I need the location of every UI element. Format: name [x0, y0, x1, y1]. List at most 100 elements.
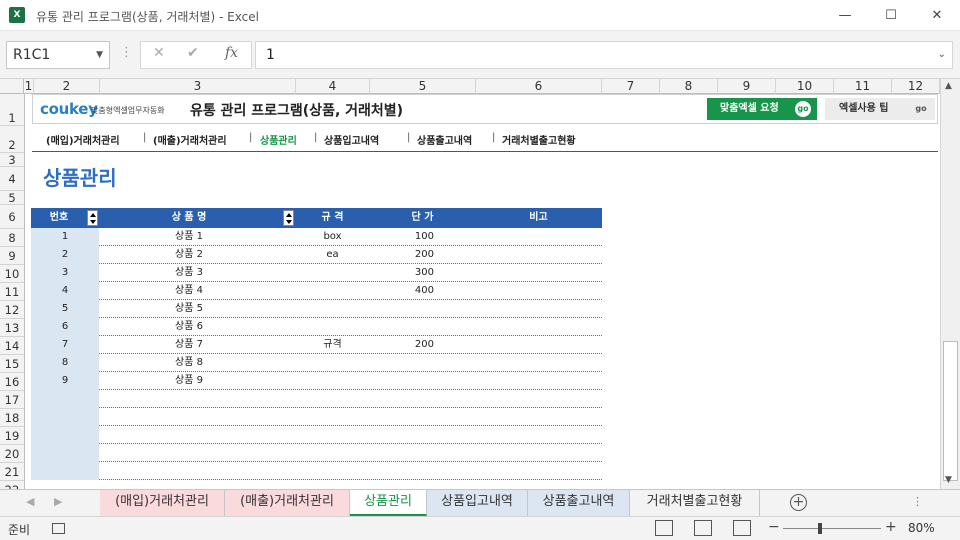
cell-price[interactable]: 400 [370, 282, 434, 300]
header-product-name[interactable]: 상 품 명 [99, 208, 279, 228]
zoom-slider[interactable] [783, 528, 881, 529]
row-header[interactable]: 6 [0, 205, 24, 229]
cell-price[interactable] [370, 444, 434, 462]
cell-number[interactable]: 8 [31, 354, 99, 372]
cell-spec[interactable] [295, 300, 370, 318]
cell-spec[interactable] [295, 318, 370, 336]
cell-number[interactable]: 2 [31, 246, 99, 264]
row-header[interactable]: 5 [0, 191, 24, 205]
cell-spec[interactable] [295, 444, 370, 462]
minimize-button[interactable]: — [822, 0, 868, 31]
row-header[interactable]: 19 [0, 427, 24, 445]
cell-number[interactable] [31, 390, 99, 408]
cell-product-name[interactable] [99, 462, 279, 480]
cell-spec[interactable] [295, 390, 370, 408]
sheet-tab[interactable]: 상품입고내역 [427, 490, 528, 516]
cell-price[interactable]: 200 [370, 246, 434, 264]
normal-view-icon[interactable] [655, 520, 673, 536]
formula-input[interactable]: 1 ⌄ [255, 41, 953, 69]
cell-spec[interactable] [295, 408, 370, 426]
name-box[interactable]: R1C1 ▼ [6, 41, 110, 69]
filter-sort-icon[interactable] [87, 210, 98, 226]
insert-function-icon[interactable]: fx [225, 45, 238, 61]
row-header[interactable]: 3 [0, 153, 24, 167]
column-header[interactable]: 2 [34, 79, 100, 94]
cell-product-name[interactable]: 상품 1 [99, 228, 279, 246]
cell-note[interactable] [475, 228, 602, 246]
cell-number[interactable] [31, 444, 99, 462]
excel-tips-button[interactable]: 엑셀사용 팁 go [825, 98, 935, 120]
row-header[interactable]: 4 [0, 167, 24, 191]
expand-formula-icon[interactable]: ⌄ [938, 42, 946, 68]
cell-spec[interactable]: ea [295, 246, 370, 264]
cell-spec[interactable] [295, 282, 370, 300]
page-layout-view-icon[interactable] [694, 520, 712, 536]
cell-product-name[interactable]: 상품 2 [99, 246, 279, 264]
header-number[interactable]: 번호 [31, 208, 87, 228]
sheet-tab[interactable]: 거래처별출고현황 [630, 490, 760, 516]
row-header[interactable]: 22 [0, 481, 24, 489]
menu-link[interactable]: 거래처별출고현황 [502, 132, 576, 147]
vertical-scrollbar[interactable]: ▲ ▼ [940, 79, 960, 489]
zoom-level[interactable]: 80% [908, 521, 935, 535]
row-header[interactable]: 18 [0, 409, 24, 427]
row-header[interactable]: 12 [0, 301, 24, 319]
cell-number[interactable]: 6 [31, 318, 99, 336]
close-button[interactable]: ✕ [914, 0, 960, 31]
cell-note[interactable] [475, 264, 602, 282]
cell-product-name[interactable]: 상품 7 [99, 336, 279, 354]
cell-note[interactable] [475, 426, 602, 444]
cell-price[interactable] [370, 408, 434, 426]
column-header[interactable]: 4 [296, 79, 370, 94]
column-header[interactable]: 5 [370, 79, 476, 94]
column-header[interactable]: 11 [834, 79, 892, 94]
cell-price[interactable] [370, 318, 434, 336]
zoom-slider-knob[interactable] [818, 523, 822, 534]
cell-price[interactable] [370, 300, 434, 318]
cell-number[interactable]: 7 [31, 336, 99, 354]
cell-product-name[interactable] [99, 426, 279, 444]
sheet-tab[interactable]: (매출)거래처관리 [225, 490, 350, 516]
cell-product-name[interactable]: 상품 3 [99, 264, 279, 282]
add-sheet-icon[interactable]: + [790, 494, 807, 511]
cell-number[interactable] [31, 462, 99, 480]
row-header[interactable]: 13 [0, 319, 24, 337]
column-header[interactable]: 3 [100, 79, 296, 94]
cell-note[interactable] [475, 390, 602, 408]
sheet-tab[interactable]: (매입)거래처관리 [100, 490, 225, 516]
cell-note[interactable] [475, 300, 602, 318]
cell-price[interactable]: 200 [370, 336, 434, 354]
cell-product-name[interactable]: 상품 8 [99, 354, 279, 372]
menu-link[interactable]: (매입)거래처관리 [46, 132, 120, 147]
filter-sort-icon[interactable] [283, 210, 294, 226]
cell-spec[interactable]: 규격 [295, 336, 370, 354]
row-header[interactable]: 10 [0, 265, 24, 283]
sheet-tab[interactable]: 상품출고내역 [528, 490, 630, 516]
cell-number[interactable]: 4 [31, 282, 99, 300]
row-header[interactable]: 2 [0, 126, 24, 153]
row-header[interactable]: 16 [0, 373, 24, 391]
maximize-button[interactable]: ☐ [868, 0, 914, 31]
row-header[interactable]: 14 [0, 337, 24, 355]
cell-number[interactable]: 5 [31, 300, 99, 318]
scroll-down-icon[interactable]: ▼ [945, 475, 952, 485]
zoom-in-button[interactable]: + [885, 519, 897, 535]
cell-price[interactable] [370, 354, 434, 372]
menu-link[interactable]: 상품입고내역 [324, 132, 379, 147]
cell-note[interactable] [475, 318, 602, 336]
enter-icon[interactable]: ✔ [187, 45, 199, 61]
cell-product-name[interactable] [99, 408, 279, 426]
header-note[interactable]: 비고 [475, 208, 602, 228]
cell-spec[interactable] [295, 426, 370, 444]
cell-spec[interactable] [295, 354, 370, 372]
cell-product-name[interactable]: 상품 9 [99, 372, 279, 390]
cell-price[interactable] [370, 372, 434, 390]
column-header[interactable]: 6 [476, 79, 602, 94]
column-header[interactable]: 12 [892, 79, 940, 94]
worksheet[interactable]: coukey 맞춤형엑셀업무자동화 유통 관리 프로그램(상품, 거래처별) 맞… [25, 94, 940, 489]
page-break-view-icon[interactable] [733, 520, 751, 536]
row-header[interactable]: 20 [0, 445, 24, 463]
custom-excel-request-button[interactable]: 맞춤엑셀 요청 go [707, 98, 817, 120]
cell-note[interactable] [475, 354, 602, 372]
cell-note[interactable] [475, 372, 602, 390]
